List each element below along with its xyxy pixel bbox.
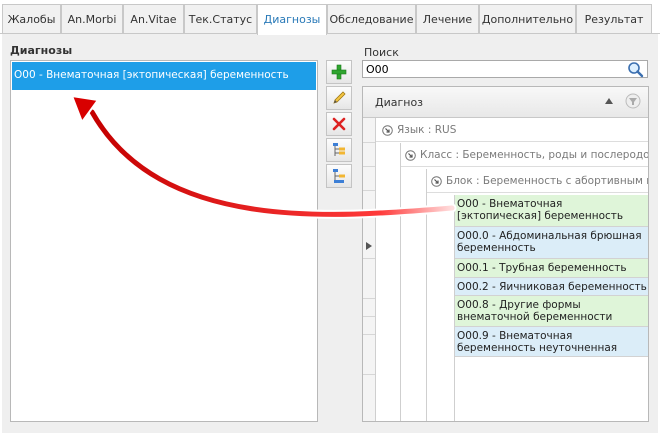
table-row[interactable]: O00.0 - Абдоминальная брюшная беременнос… [455,227,648,259]
group-label: Класс : Беременность, роды и послеродов [420,149,648,161]
diagnoses-title: Диагнозы [10,44,73,57]
group-row-block[interactable]: Блок : Беременность с абортивным ис [427,169,648,193]
tab-bar: Жалобы An.Morbi An.Vitae Тек.Статус Диаг… [0,0,660,35]
group-label: Язык : RUS [397,124,457,136]
tree-expand-icon [333,143,345,156]
table-row[interactable]: O00.1 - Трубная беременность [455,259,648,278]
table-row[interactable]: O00.8 - Другие формы внематочной беремен… [455,296,648,327]
tree-indent-line [426,169,427,421]
edit-button[interactable] [326,86,352,110]
delete-x-icon [332,117,346,131]
add-button[interactable] [326,60,352,84]
edit-pencil-icon [333,91,346,104]
group-label: Блок : Беременность с абортивным ис [446,175,648,187]
group-row-language[interactable]: Язык : RUS [376,118,648,142]
tab-diagnoses[interactable]: Диагнозы [257,4,327,35]
table-row[interactable]: O00.9 - Внематочная беременность неуточн… [455,327,648,357]
search-field[interactable] [362,60,648,78]
row-indicator-column [363,118,376,421]
tab-result[interactable]: Результат [576,4,652,34]
search-icon[interactable] [627,61,644,78]
collapse-group-icon[interactable] [382,124,393,136]
tree-indent-line [400,143,401,421]
grid-column-header[interactable]: Диагноз [363,87,648,118]
current-row-indicator-icon [366,242,372,250]
filter-icon[interactable] [625,93,641,109]
search-input[interactable] [363,61,616,77]
tree-collapse-icon [333,169,345,183]
table-row[interactable]: O00.2 - Яичниковая беременность [455,278,648,296]
tree-collapse-button[interactable] [326,164,352,188]
table-row[interactable]: O00 - Внематочная [эктопическая] беремен… [455,195,648,227]
diagnosis-list-item[interactable]: O00 - Внематочная [эктопическая] беремен… [12,62,316,90]
tab-treatment[interactable]: Лечение [416,4,479,34]
diagnoses-list[interactable]: O00 - Внематочная [эктопическая] беремен… [10,60,318,422]
search-label: Поиск [364,46,399,59]
tab-complaints[interactable]: Жалобы [2,4,61,34]
tree-expand-button[interactable] [326,138,352,162]
sort-ascending-icon[interactable] [605,98,613,104]
tab-additional[interactable]: Дополнительно [479,4,576,34]
add-icon [331,64,347,80]
tab-an-morbi[interactable]: An.Morbi [61,4,123,34]
diagnosis-tree-grid[interactable]: Диагноз Язык : RUS Класс: Беременность,… [362,86,649,422]
collapse-group-icon[interactable] [431,175,442,187]
grid-header-label: Диагноз [375,96,424,109]
delete-button[interactable] [326,112,352,136]
tab-current-status[interactable]: Тек.Статус [184,4,257,34]
tab-an-vitae[interactable]: An.Vitae [123,4,184,34]
collapse-group-icon[interactable] [405,149,416,161]
group-row-class[interactable]: Класс : Беременность, роды и послеродов [401,143,648,167]
tab-examination[interactable]: Обследование [327,4,416,34]
